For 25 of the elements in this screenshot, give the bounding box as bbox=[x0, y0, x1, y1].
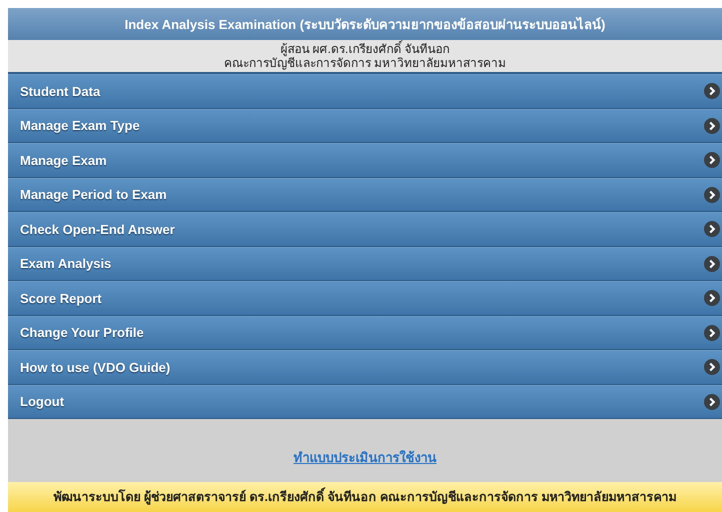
arrow-right-icon bbox=[704, 221, 720, 238]
instructor-name: ผู้สอน ผศ.ดร.เกรียงศักดิ์ จันทีนอก bbox=[280, 42, 450, 56]
arrow-right-icon bbox=[704, 186, 720, 203]
menu-item[interactable]: Change Your Profile bbox=[8, 316, 722, 350]
menu-item[interactable]: Student Data bbox=[8, 74, 722, 108]
footer-bar: พัฒนาระบบโดย ผู้ช่วยศาสตราจารย์ ดร.เกรียงศักดิ์ จันทีนอก คณะการบัญชีและการจัดการ มหาวิทยาลัยมหาสารคาม bbox=[8, 482, 722, 512]
survey-link[interactable]: ทำแบบประเมินการใช้งาน bbox=[294, 447, 436, 468]
menu-item[interactable]: Manage Period to Exam bbox=[8, 178, 722, 212]
menu-item[interactable]: Check Open-End Answer bbox=[8, 212, 722, 246]
menu-item[interactable]: Score Report bbox=[8, 281, 722, 316]
faculty-name: คณะการบัญชีและการจัดการ มหาวิทยาลัยมหาสารคาม bbox=[224, 56, 506, 70]
menu-item[interactable]: How to use (VDO Guide) bbox=[8, 350, 722, 384]
menu-item[interactable]: Logout bbox=[8, 384, 722, 419]
menu-item[interactable]: Exam Analysis bbox=[8, 246, 722, 281]
arrow-right-icon bbox=[704, 256, 720, 272]
arrow-right-icon bbox=[704, 83, 720, 100]
arrow-right-icon bbox=[704, 359, 720, 376]
menu-item[interactable]: Manage Exam bbox=[8, 143, 722, 178]
arrow-right-icon bbox=[704, 118, 720, 134]
arrow-right-icon bbox=[704, 394, 720, 410]
menu-item[interactable]: Manage Exam Type bbox=[8, 108, 722, 143]
arrow-right-icon bbox=[704, 290, 720, 306]
arrow-right-icon bbox=[704, 152, 720, 168]
arrow-right-icon bbox=[704, 324, 720, 341]
header-bar: Index Analysis Examination (ระบบวัดระดับความยากของข้อสอบผ่านระบบออนไลน์) bbox=[8, 8, 722, 40]
